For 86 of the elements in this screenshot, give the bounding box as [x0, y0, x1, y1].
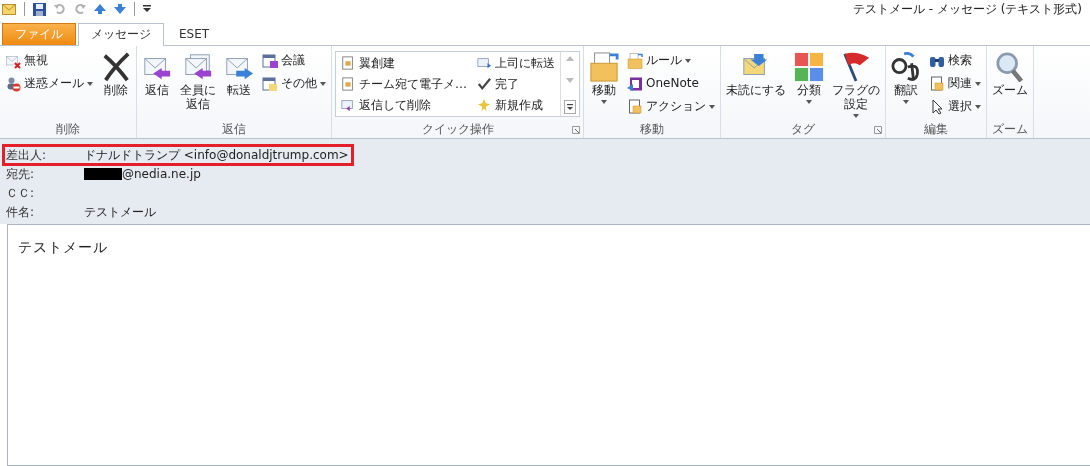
ribbon-tab[interactable]: メッセージ [78, 23, 164, 46]
ribbon-button[interactable]: フラグの 設定 [830, 48, 882, 118]
person-block-icon [5, 76, 21, 92]
ribbon-button[interactable]: ズーム [990, 48, 1030, 98]
header-value: ドナルドトランプ <info@donaldjtrump.com> [84, 146, 349, 164]
delete-icon [101, 52, 131, 82]
envelope-forward-icon [477, 56, 491, 70]
up-arrow-icon[interactable] [94, 4, 106, 14]
dropdown-caret-icon [903, 99, 909, 104]
checkmark-icon [477, 77, 491, 91]
envelope-x-icon [5, 53, 21, 69]
customize-caret-icon[interactable] [143, 5, 151, 13]
header-label: 宛先: [6, 165, 36, 183]
calendar-envelope-icon [262, 76, 278, 92]
dropdown-caret-icon [601, 99, 607, 104]
document-icon [341, 77, 355, 91]
ribbon-button[interactable]: 未読にする [724, 48, 788, 98]
dropdown-caret-icon [709, 105, 715, 109]
cursor-icon [929, 99, 945, 115]
ribbon-button[interactable]: ルール [625, 52, 717, 70]
sparkle-icon [477, 98, 491, 112]
dropdown-caret-icon [853, 113, 859, 118]
ribbon-button[interactable]: 翻訳 [889, 48, 923, 104]
dropdown-caret-icon [685, 59, 691, 63]
document-icon [627, 99, 643, 115]
header-label: 差出人: [6, 146, 48, 164]
document-icon [929, 76, 945, 92]
dialog-launcher-icon[interactable] [874, 126, 882, 134]
envelopes-reply-icon [183, 52, 213, 82]
ribbon-button[interactable]: 分類 [792, 48, 826, 104]
flag-icon [841, 52, 871, 82]
translate-icon [891, 52, 921, 82]
window-title: テストメール - メッセージ (テキスト形式) [852, 0, 1082, 18]
ribbon-button[interactable]: OneNote [625, 75, 717, 93]
group-label: タグ [791, 121, 815, 138]
dropdown-caret-icon [320, 82, 326, 86]
group-label: 削除 [56, 121, 80, 138]
color-squares-icon [794, 52, 824, 82]
dropdown-caret-icon [975, 82, 981, 86]
dialog-launcher-icon[interactable] [572, 126, 580, 134]
group-label: 移動 [640, 121, 664, 138]
ribbon-button[interactable]: 関連 [927, 75, 983, 93]
quick-step-button[interactable]: 完了 [475, 74, 557, 94]
dropdown-caret-icon [87, 82, 93, 86]
quick-step-button[interactable]: 上司に転送 [475, 53, 557, 73]
ribbon-button[interactable]: 検索 [927, 52, 983, 70]
quick-step-button[interactable]: 翼創建 [339, 53, 469, 73]
folder-icon [589, 52, 619, 82]
redo-icon[interactable] [74, 3, 86, 15]
envelope-reply-icon [341, 98, 355, 112]
header-value: テストメール [84, 203, 156, 221]
ribbon-button[interactable]: 全員に 返信 [178, 48, 218, 112]
ribbon-button[interactable]: 移動 [587, 48, 621, 104]
group-label: 編集 [924, 121, 948, 138]
quick-step-button[interactable]: チーム宛て電子メ… [339, 74, 469, 94]
ribbon-button[interactable]: 転送 [222, 48, 256, 98]
ribbon-button[interactable]: その他 [260, 75, 328, 93]
ribbon-button[interactable]: アクション [625, 98, 717, 116]
ribbon-button[interactable]: 迷惑メール [3, 75, 95, 93]
ribbon-button[interactable]: 返信 [140, 48, 174, 98]
calendar-icon [262, 53, 278, 69]
message-text: テストメール [18, 239, 108, 255]
save-icon[interactable] [33, 2, 46, 16]
ribbon-tab[interactable]: ESET [166, 23, 223, 45]
group-label: ズーム [992, 121, 1028, 138]
header-label: ＣＣ: [6, 184, 36, 202]
document-icon [341, 56, 355, 70]
envelope-icon[interactable] [2, 3, 16, 15]
ribbon-button[interactable]: 会議 [260, 52, 328, 70]
quick-step-button[interactable]: 返信して削除 [339, 95, 469, 115]
group-label: 返信 [222, 121, 246, 138]
header-value: @nedia.ne.jp [122, 167, 201, 181]
ribbon-button[interactable]: 選択 [927, 98, 983, 116]
ribbon-button[interactable]: 削除 [99, 48, 133, 98]
down-arrow-icon[interactable] [114, 4, 126, 14]
quick-step-button[interactable]: 新規作成 [475, 95, 557, 115]
more-icon[interactable] [564, 100, 576, 114]
header-label: 件名: [6, 203, 36, 221]
notebook-icon [627, 76, 643, 92]
zoom-icon [995, 52, 1025, 82]
dropdown-caret-icon [806, 99, 812, 104]
folder-icon [627, 53, 643, 69]
group-label: クイック操作 [421, 121, 494, 138]
ribbon-button[interactable]: 無視 [3, 52, 95, 70]
dropdown-caret-icon [975, 105, 981, 109]
undo-icon[interactable] [54, 3, 66, 15]
